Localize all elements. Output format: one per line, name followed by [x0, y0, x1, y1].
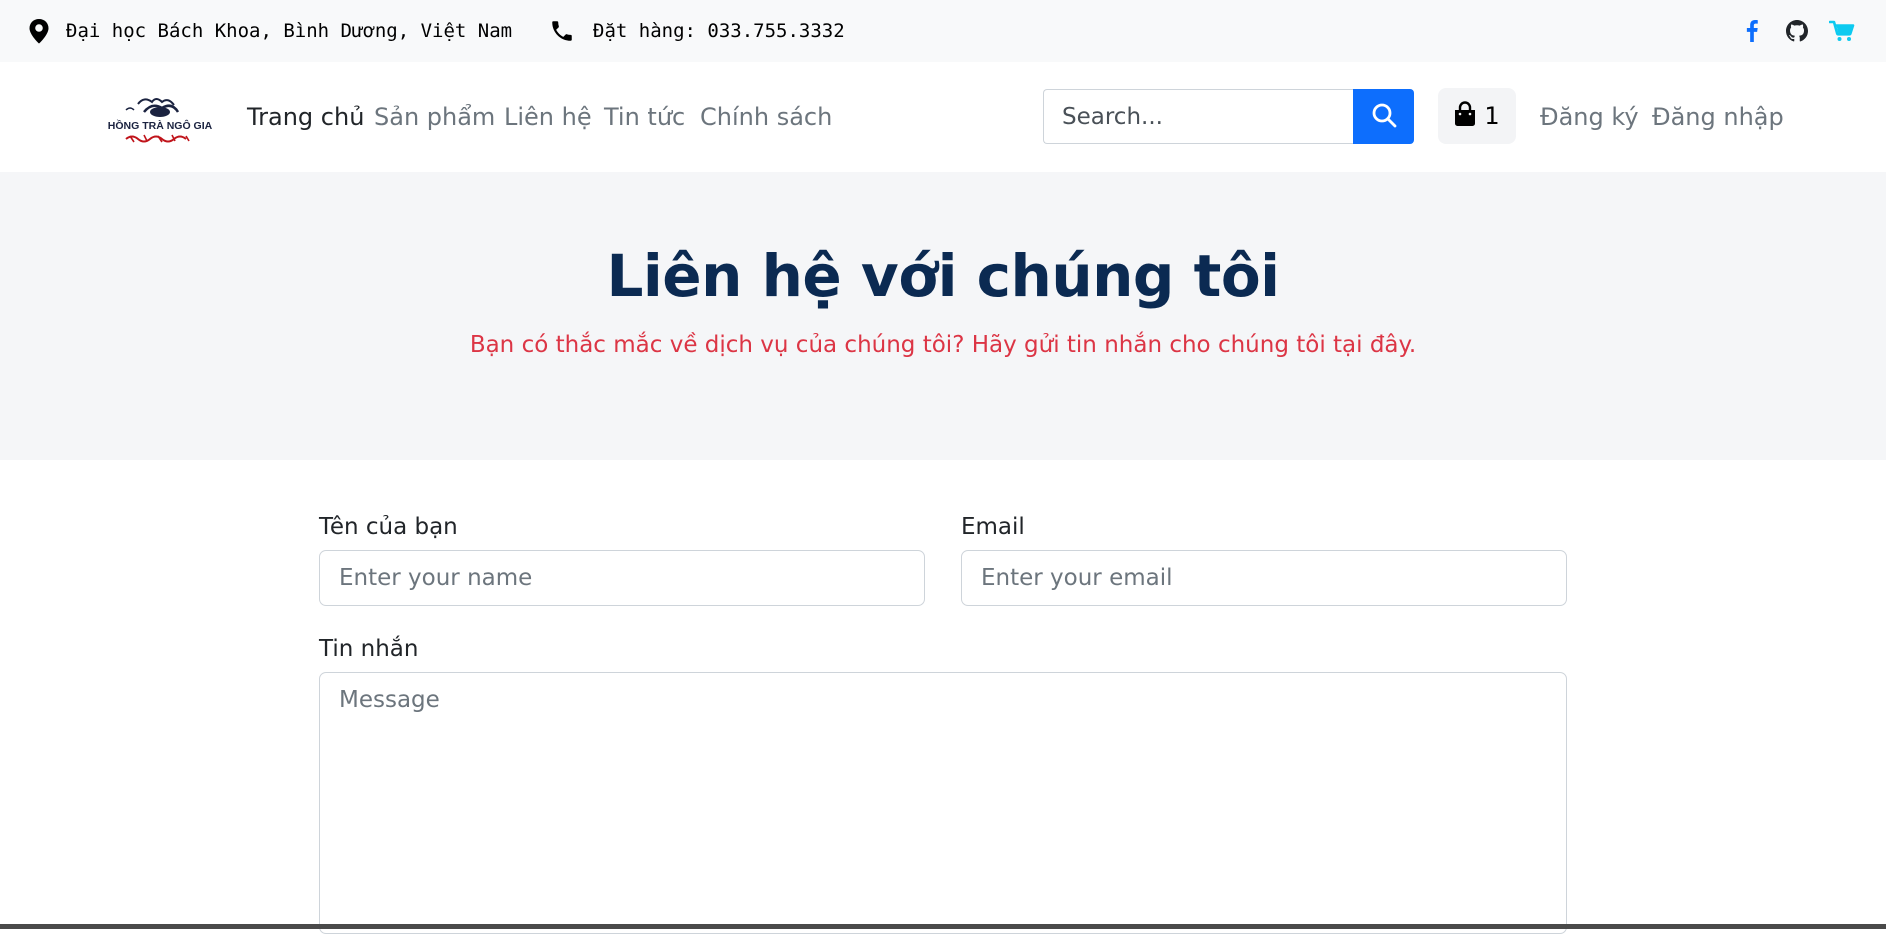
email-field[interactable]	[961, 550, 1567, 606]
location-pin-icon	[28, 18, 50, 44]
message-field[interactable]	[319, 672, 1567, 934]
cart-icon[interactable]	[1829, 18, 1855, 44]
login-link[interactable]: Đăng nhập	[1652, 103, 1784, 131]
cart-count: 1	[1484, 102, 1500, 130]
name-label: Tên của bạn	[319, 514, 458, 540]
top-info-bar: Đại học Bách Khoa, Bình Dương, Việt Nam …	[0, 0, 1886, 62]
address-group: Đại học Bách Khoa, Bình Dương, Việt Nam	[28, 0, 512, 62]
address-text: Đại học Bách Khoa, Bình Dương, Việt Nam	[66, 20, 513, 42]
register-link[interactable]: Đăng ký	[1540, 103, 1639, 131]
logo-text: HỒNG TRÀ NGÔ GIA	[108, 119, 213, 132]
nav-link-policy[interactable]: Chính sách	[700, 103, 832, 131]
nav-link-products[interactable]: Sản phẩm	[374, 103, 495, 131]
page-subtitle: Bạn có thắc mắc về dịch vụ của chúng tôi…	[469, 332, 1417, 358]
main-navbar: HỒNG TRÀ NGÔ GIA Trang chủ Sản phẩm Liên…	[0, 62, 1886, 172]
cart-button[interactable]: 1	[1438, 88, 1516, 144]
github-icon[interactable]	[1784, 18, 1810, 44]
search-input[interactable]	[1043, 89, 1353, 144]
brand-logo[interactable]: HỒNG TRÀ NGÔ GIA	[100, 92, 220, 148]
nav-link-news[interactable]: Tin tức	[604, 103, 685, 131]
name-field[interactable]	[319, 550, 925, 606]
search-icon	[1371, 102, 1397, 132]
page-title: Liên hệ với chúng tôi	[606, 242, 1280, 310]
phone-icon	[549, 18, 575, 44]
message-label: Tin nhắn	[319, 636, 419, 662]
nav-link-contact[interactable]: Liên hệ	[504, 103, 592, 131]
nav-link-home[interactable]: Trang chủ	[247, 103, 364, 131]
shopping-bag-icon	[1454, 101, 1476, 131]
facebook-icon[interactable]	[1739, 18, 1765, 44]
window-bottom-edge	[0, 924, 1886, 929]
search-button[interactable]	[1353, 89, 1414, 144]
contact-hero: Liên hệ với chúng tôi Bạn có thắc mắc về…	[0, 172, 1886, 460]
order-phone-text: Đặt hàng: 033.755.3332	[593, 20, 845, 42]
email-label: Email	[961, 514, 1025, 540]
order-phone-group: Đặt hàng: 033.755.3332	[549, 0, 845, 62]
